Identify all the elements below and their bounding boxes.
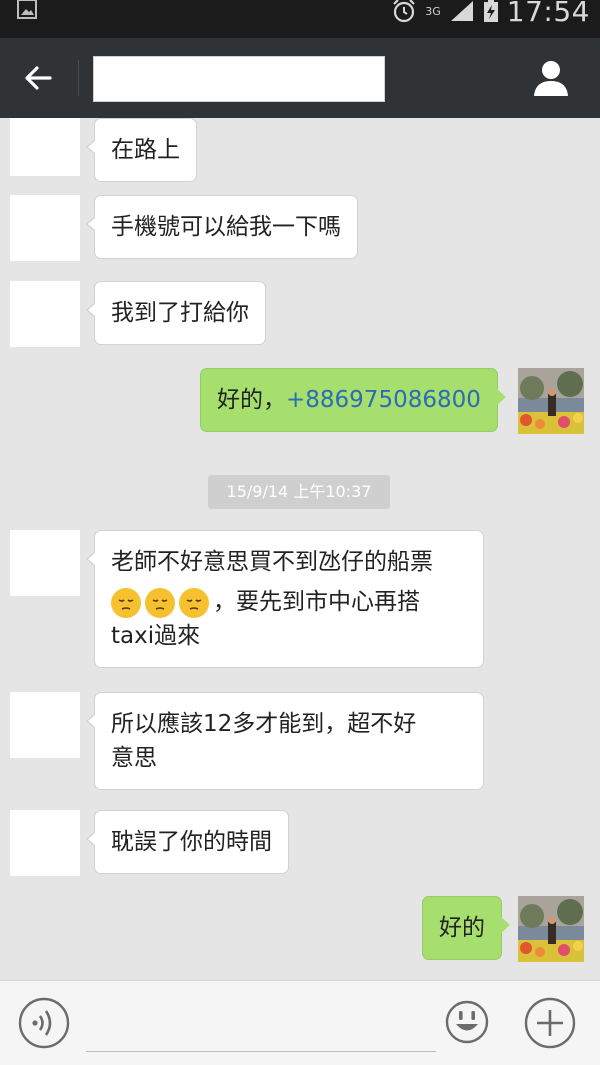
message-text: 好的 bbox=[439, 915, 485, 941]
header-divider bbox=[78, 60, 79, 96]
message-bubble-incoming[interactable]: 所以應該12多才能到，超不好 意思 bbox=[86, 692, 484, 790]
contact-avatar[interactable] bbox=[10, 281, 80, 347]
pensive-face-emoji bbox=[179, 587, 209, 618]
message-text: taxi過來 bbox=[111, 623, 201, 649]
message-list[interactable]: 在路上 手機號可以給我一下嗎 我到了打給你 好的，+886975086800 1… bbox=[0, 118, 600, 980]
message-bubble-incoming[interactable]: 耽誤了你的時間 bbox=[86, 810, 289, 874]
message-text: 好的， bbox=[217, 387, 286, 413]
contact-name bbox=[93, 56, 385, 102]
add-attachment-icon[interactable] bbox=[524, 997, 576, 1049]
user-avatar[interactable] bbox=[518, 368, 584, 434]
chat-header bbox=[0, 38, 600, 118]
user-avatar[interactable] bbox=[518, 896, 584, 962]
pensive-face-emoji bbox=[145, 587, 175, 618]
back-arrow-icon[interactable] bbox=[20, 60, 56, 96]
pensive-face-emoji bbox=[111, 587, 141, 618]
message-text-line: ，要先到市中心再搭 bbox=[111, 585, 467, 619]
contact-avatar[interactable] bbox=[10, 692, 80, 758]
message-text: 手機號可以給我一下嗎 bbox=[111, 214, 341, 240]
battery-charging-icon bbox=[483, 0, 498, 22]
emoji-picker-icon[interactable] bbox=[444, 997, 490, 1047]
message-text: 所以應該12多才能到，超不好 bbox=[111, 711, 417, 737]
message-text: 意思 bbox=[111, 745, 157, 771]
message-bubble-outgoing[interactable]: 好的 bbox=[422, 896, 510, 960]
contact-avatar[interactable] bbox=[10, 195, 80, 261]
alarm-icon bbox=[393, 0, 416, 23]
phone-number-link[interactable]: +886975086800 bbox=[286, 387, 481, 413]
user-photo bbox=[518, 896, 584, 962]
message-text: ，要先到市中心再搭 bbox=[213, 589, 420, 615]
contact-avatar[interactable] bbox=[10, 118, 80, 176]
message-text-input[interactable] bbox=[86, 997, 436, 1052]
signal-icon bbox=[450, 1, 473, 21]
gallery-notification-icon bbox=[17, 0, 37, 19]
user-photo bbox=[518, 368, 584, 434]
message-text: 我到了打給你 bbox=[111, 300, 249, 326]
message-bubble-incoming[interactable]: 我到了打給你 bbox=[86, 281, 266, 345]
contact-profile-icon[interactable] bbox=[530, 58, 572, 98]
status-bar: 3G 17:54 bbox=[0, 0, 600, 38]
message-bubble-incoming[interactable]: 手機號可以給我一下嗎 bbox=[86, 195, 358, 259]
message-bubble-incoming[interactable]: 老師不好意思買不到氹仔的船票 ，要先到市中心再搭 taxi過來 bbox=[86, 530, 484, 668]
message-text: 在路上 bbox=[111, 137, 180, 163]
clock: 17:54 bbox=[506, 0, 590, 28]
contact-avatar[interactable] bbox=[10, 530, 80, 596]
contact-avatar[interactable] bbox=[10, 810, 80, 876]
message-timestamp: 15/9/14 上午10:37 bbox=[208, 475, 390, 509]
message-text: 耽誤了你的時間 bbox=[111, 829, 272, 855]
message-bubble-incoming[interactable]: 在路上 bbox=[86, 118, 197, 182]
message-input-bar bbox=[0, 980, 600, 1065]
voice-input-icon[interactable] bbox=[18, 997, 70, 1049]
network-type: 3G bbox=[425, 4, 441, 18]
message-bubble-outgoing[interactable]: 好的，+886975086800 bbox=[200, 368, 506, 432]
message-text: 老師不好意思買不到氹仔的船票 bbox=[111, 549, 433, 575]
